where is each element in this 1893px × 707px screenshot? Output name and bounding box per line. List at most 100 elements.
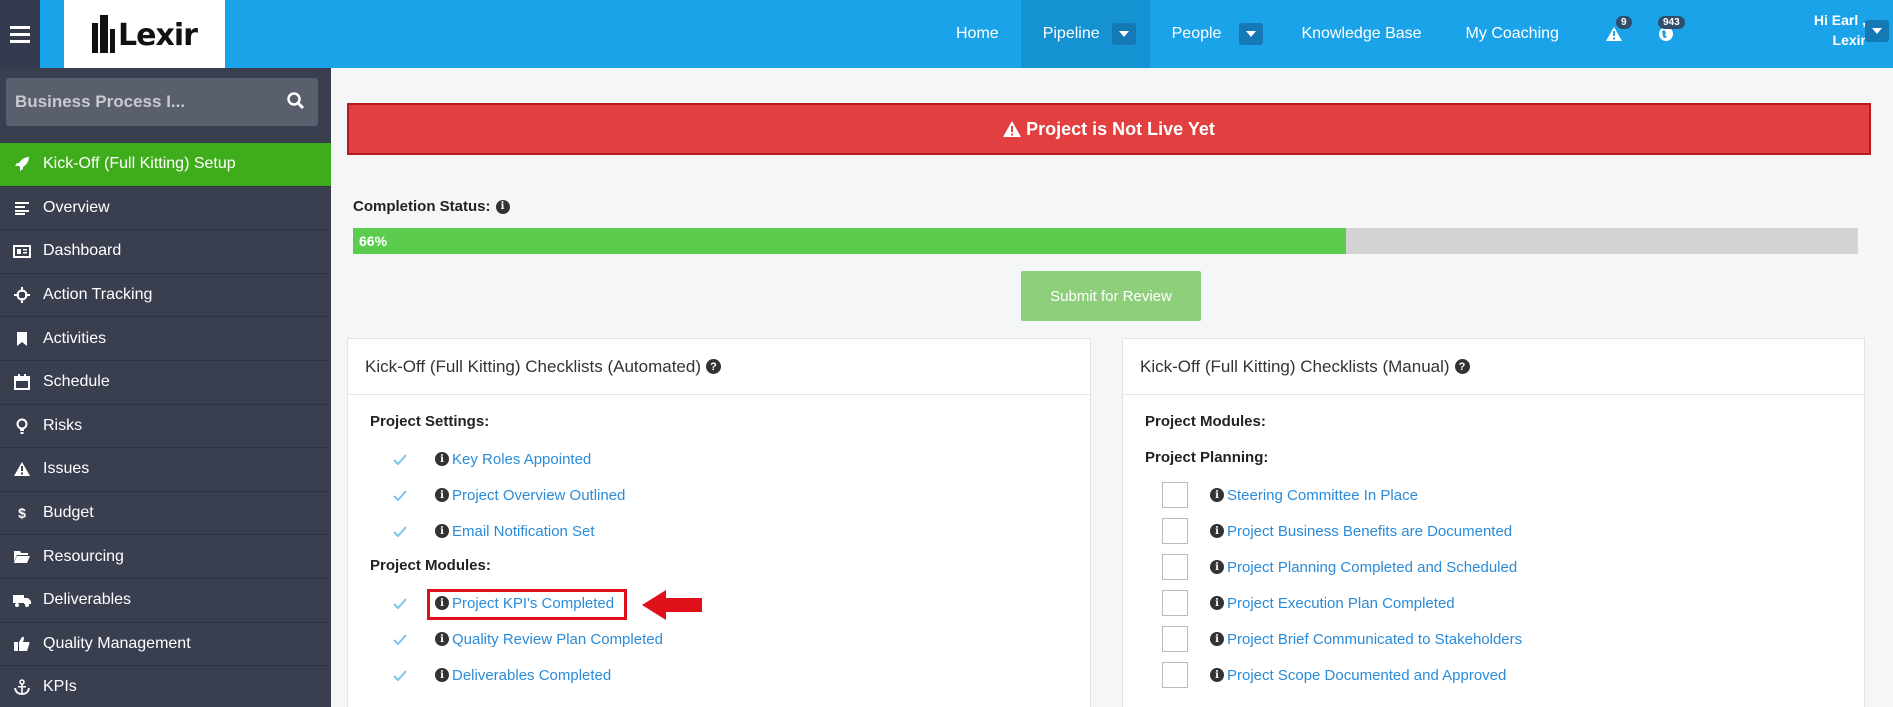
automated-title-text: Kick-Off (Full Kitting) Checklists (Auto… (365, 356, 701, 376)
dashboard-icon (12, 241, 32, 261)
checkbox-unchecked[interactable] (1162, 590, 1188, 616)
checklist-item[interactable]: i Steering Committee In Place (1162, 482, 1418, 508)
checklist-item[interactable]: i Project Overview Outlined (387, 482, 625, 508)
folder-icon (12, 547, 32, 567)
info-icon[interactable]: i (435, 488, 449, 502)
section-project-planning: Project Planning: (1145, 449, 1269, 466)
sidebar-item-activities[interactable]: Activities (0, 317, 331, 361)
rocket-icon (12, 154, 32, 174)
calendar-icon (12, 372, 32, 392)
nav-people[interactable]: People (1150, 0, 1280, 68)
nav-people-label: People (1171, 25, 1222, 42)
sidebar-item-label: Budget (43, 504, 94, 522)
info-icon[interactable]: i (495, 199, 510, 214)
manual-title-text: Kick-Off (Full Kitting) Checklists (Manu… (1140, 356, 1450, 376)
alerts-button[interactable]: 9 (1592, 0, 1636, 68)
checklist-item-label[interactable]: Project Scope Documented and Approved (1227, 667, 1506, 684)
checkbox-unchecked[interactable] (1162, 518, 1188, 544)
nav-pipeline-label: Pipeline (1042, 25, 1100, 42)
info-icon[interactable]: i (435, 632, 449, 646)
chevron-down-icon[interactable] (1239, 23, 1264, 45)
info-icon[interactable]: i (435, 452, 449, 466)
thumbs-up-icon (12, 634, 32, 654)
sidebar-item-resourcing[interactable]: Resourcing (0, 535, 331, 579)
nav-home[interactable]: Home (934, 0, 1021, 68)
sidebar-item-budget[interactable]: $ Budget (0, 492, 331, 536)
checkbox-checked[interactable] (387, 518, 413, 544)
sidebar-item-kpis[interactable]: KPIs (0, 666, 331, 707)
checklist-item-label[interactable]: Project Overview Outlined (452, 487, 625, 504)
checklist-item[interactable]: i Project Scope Documented and Approved (1162, 662, 1506, 688)
nav-my-coaching[interactable]: My Coaching (1444, 0, 1581, 68)
sidebar-item-action-tracking[interactable]: Action Tracking (0, 274, 331, 318)
help-icon[interactable]: ? (1454, 359, 1470, 374)
info-icon[interactable]: i (1210, 632, 1224, 646)
checkbox-checked[interactable] (387, 590, 413, 616)
submit-for-review-button[interactable]: Submit for Review (1021, 271, 1201, 321)
sidebar-item-label: Kick-Off (Full Kitting) Setup (43, 155, 236, 173)
checkbox-checked[interactable] (387, 698, 413, 707)
search-input[interactable]: Business Process I... (6, 78, 318, 126)
checkbox-unchecked[interactable] (1162, 482, 1188, 508)
chevron-down-icon[interactable] (1111, 23, 1136, 45)
checklist-item[interactable]: i Email Notification Set (387, 518, 595, 544)
sidebar-item-label: Action Tracking (43, 286, 153, 304)
sidebar-item-deliverables[interactable]: Deliverables (0, 579, 331, 623)
nav-pipeline[interactable]: Pipeline (1020, 0, 1150, 68)
alert-text: Project is Not Live Yet (1026, 118, 1215, 139)
sidebar-item-schedule[interactable]: Schedule (0, 361, 331, 405)
nav-knowledge-base[interactable]: Knowledge Base (1279, 0, 1443, 68)
info-icon[interactable]: i (435, 524, 449, 538)
checklist-item-label[interactable]: Key Roles Appointed (452, 451, 591, 468)
checklist-item-label[interactable]: Project Execution Plan Completed (1227, 595, 1455, 612)
sidebar-item-issues[interactable]: Issues (0, 448, 331, 492)
user-menu[interactable]: Hi Earl , Lexir (1770, 10, 1866, 50)
info-icon[interactable]: i (1210, 524, 1224, 538)
manual-panel-title: Kick-Off (Full Kitting) Checklists (Manu… (1123, 339, 1864, 395)
sidebar-item-overview[interactable]: Overview (0, 187, 331, 231)
info-icon[interactable]: i (1210, 488, 1224, 502)
checkbox-unchecked[interactable] (1162, 662, 1188, 688)
help-icon[interactable]: ? (706, 359, 721, 374)
sidebar-item-quality-management[interactable]: Quality Management (0, 623, 331, 667)
checklist-item[interactable]: i Project Brief Communicated to Stakehol… (1162, 626, 1522, 652)
checklist-item-label[interactable]: Quality Review Plan Completed (452, 631, 663, 648)
user-chevron-down-icon[interactable] (1865, 20, 1889, 42)
sidebar-item-label: Schedule (43, 373, 110, 391)
checkbox-unchecked[interactable] (1162, 626, 1188, 652)
sidebar-item-dashboard[interactable]: Dashboard (0, 230, 331, 274)
hamburger-menu-icon[interactable] (0, 0, 40, 68)
sidebar-item-kickoff-setup[interactable]: Kick-Off (Full Kitting) Setup (0, 143, 331, 187)
checklist-item-label[interactable]: Email Notification Set (452, 523, 595, 540)
checklist-item-label[interactable]: Project Business Benefits are Documented (1227, 523, 1512, 540)
checklist-item[interactable]: i Deliverables Completed (387, 662, 611, 688)
checkbox-unchecked[interactable] (1162, 554, 1188, 580)
user-name: Lexir (1832, 32, 1866, 48)
checklist-item[interactable]: i Project Planning Completed and Schedul… (1162, 554, 1517, 580)
checklist-item[interactable]: i Key Roles Appointed (387, 446, 591, 472)
checkbox-checked[interactable] (387, 662, 413, 688)
checkbox-checked[interactable] (387, 626, 413, 652)
checklist-item[interactable]: i Project Execution Plan Completed (1162, 590, 1455, 616)
checkbox-checked[interactable] (387, 446, 413, 472)
building-icon (92, 15, 117, 53)
sidebar-item-risks[interactable]: Risks (0, 405, 331, 449)
messages-button[interactable]: 943 (1644, 0, 1688, 68)
checklist-item-label[interactable]: Deliverables Completed (452, 667, 611, 684)
list-icon (12, 198, 32, 218)
search-icon[interactable] (287, 92, 305, 110)
info-icon[interactable]: i (1210, 668, 1224, 682)
main-nav: Home Pipeline People Knowledge Base My C… (934, 0, 1581, 68)
checklist-item-label[interactable]: Project Planning Completed and Scheduled (1227, 559, 1517, 576)
info-icon[interactable]: i (1210, 560, 1224, 574)
logo-text: Lexir (118, 18, 198, 53)
info-icon[interactable]: i (435, 668, 449, 682)
logo[interactable]: Lexir (64, 0, 225, 68)
checklist-item-label[interactable]: Steering Committee In Place (1227, 487, 1418, 504)
checklist-item-partial[interactable] (387, 698, 435, 707)
checklist-item[interactable]: i Quality Review Plan Completed (387, 626, 663, 652)
info-icon[interactable]: i (1210, 596, 1224, 610)
checklist-item[interactable]: i Project Business Benefits are Document… (1162, 518, 1512, 544)
checkbox-checked[interactable] (387, 482, 413, 508)
checklist-item-label[interactable]: Project Brief Communicated to Stakeholde… (1227, 631, 1522, 648)
